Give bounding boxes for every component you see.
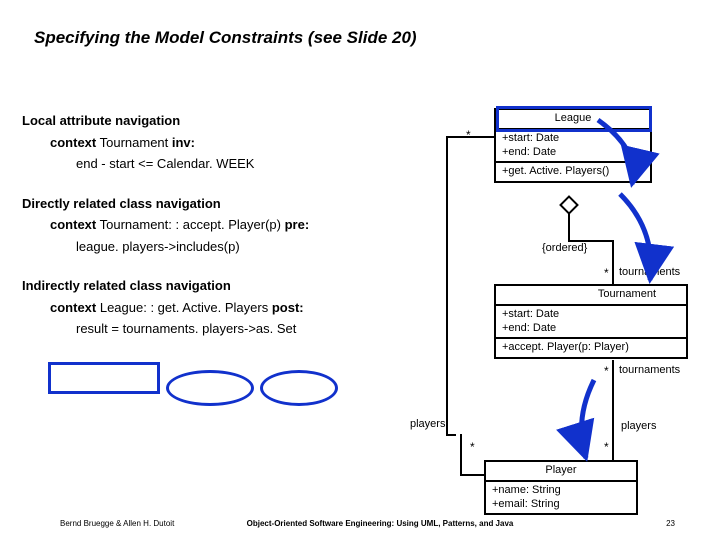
uml-class-attrs: +start: Date +end: Date — [496, 304, 686, 338]
inv-kw: inv: — [172, 135, 195, 150]
uml-class-tournament: Tournament +start: Date +end: Date +acce… — [494, 284, 688, 359]
footer-author: Bernd Bruegge & Allen H. Dutoit — [60, 519, 174, 528]
heading-indirect-nav: Indirectly related class navigation — [22, 277, 417, 295]
context-kw: context — [50, 135, 96, 150]
role-players: players — [621, 420, 656, 432]
multiplicity-star: * — [604, 440, 609, 454]
ocl-line: context Tournament inv: — [22, 134, 417, 152]
context-kw: context — [50, 217, 96, 232]
multiplicity-star: * — [604, 364, 609, 378]
context-body: Tournament — [96, 135, 172, 150]
assoc-line — [460, 434, 462, 474]
assoc-line — [460, 474, 484, 476]
multiplicity-star: * — [604, 266, 609, 280]
ocl-line: context League: : get. Active. Players p… — [22, 299, 417, 317]
highlight-oval — [260, 370, 338, 406]
slide-title: Specifying the Model Constraints (see Sl… — [34, 28, 417, 48]
pre-kw: pre: — [285, 217, 310, 232]
highlight-rect — [48, 362, 160, 394]
assoc-line — [568, 240, 612, 242]
heading-local-nav: Local attribute navigation — [22, 112, 417, 130]
highlight-oval — [166, 370, 254, 406]
ocl-body: result = tournaments. players->as. Set — [22, 320, 417, 338]
highlight-rect — [496, 106, 652, 132]
uml-class-player: Player +name: String +email: String — [484, 460, 638, 515]
uml-class-name: Tournament — [496, 286, 686, 304]
ocl-body: end - start <= Calendar. WEEK — [22, 155, 417, 173]
uml-class-attrs: +start: Date +end: Date — [496, 128, 650, 162]
assoc-line — [612, 240, 614, 284]
constraint-ordered: {ordered} — [542, 242, 587, 254]
page-number: 23 — [666, 519, 675, 528]
assoc-line — [446, 434, 456, 436]
slide-footer: Bernd Bruegge & Allen H. Dutoit Object-O… — [60, 519, 700, 528]
uml-class-ops: +accept. Player(p: Player) — [496, 337, 686, 357]
uml-class-ops: +get. Active. Players() — [496, 161, 650, 181]
assoc-line — [446, 136, 448, 434]
context-body: League: : get. Active. Players — [96, 300, 272, 315]
ocl-body: league. players->includes(p) — [22, 238, 417, 256]
uml-class-attrs: +name: String +email: String — [486, 480, 636, 514]
role-players: players — [410, 418, 445, 430]
assoc-line — [612, 360, 614, 460]
footer-book-title: Object-Oriented Software Engineering: Us… — [247, 519, 514, 528]
multiplicity-star: * — [466, 128, 471, 142]
context-kw: context — [50, 300, 96, 315]
post-kw: post: — [272, 300, 304, 315]
ocl-line: context Tournament: : accept. Player(p) … — [22, 216, 417, 234]
assoc-line — [446, 136, 494, 138]
constraint-text: Local attribute navigation context Tourn… — [22, 112, 417, 342]
role-tournaments: tournaments — [619, 266, 680, 278]
assoc-line — [568, 212, 570, 240]
role-tournaments: tournaments — [619, 364, 680, 376]
heading-direct-nav: Directly related class navigation — [22, 195, 417, 213]
context-body: Tournament: : accept. Player(p) — [96, 217, 284, 232]
multiplicity-star: * — [470, 440, 475, 454]
slide-root: Specifying the Model Constraints (see Sl… — [0, 0, 720, 540]
uml-class-name: Player — [486, 462, 636, 480]
